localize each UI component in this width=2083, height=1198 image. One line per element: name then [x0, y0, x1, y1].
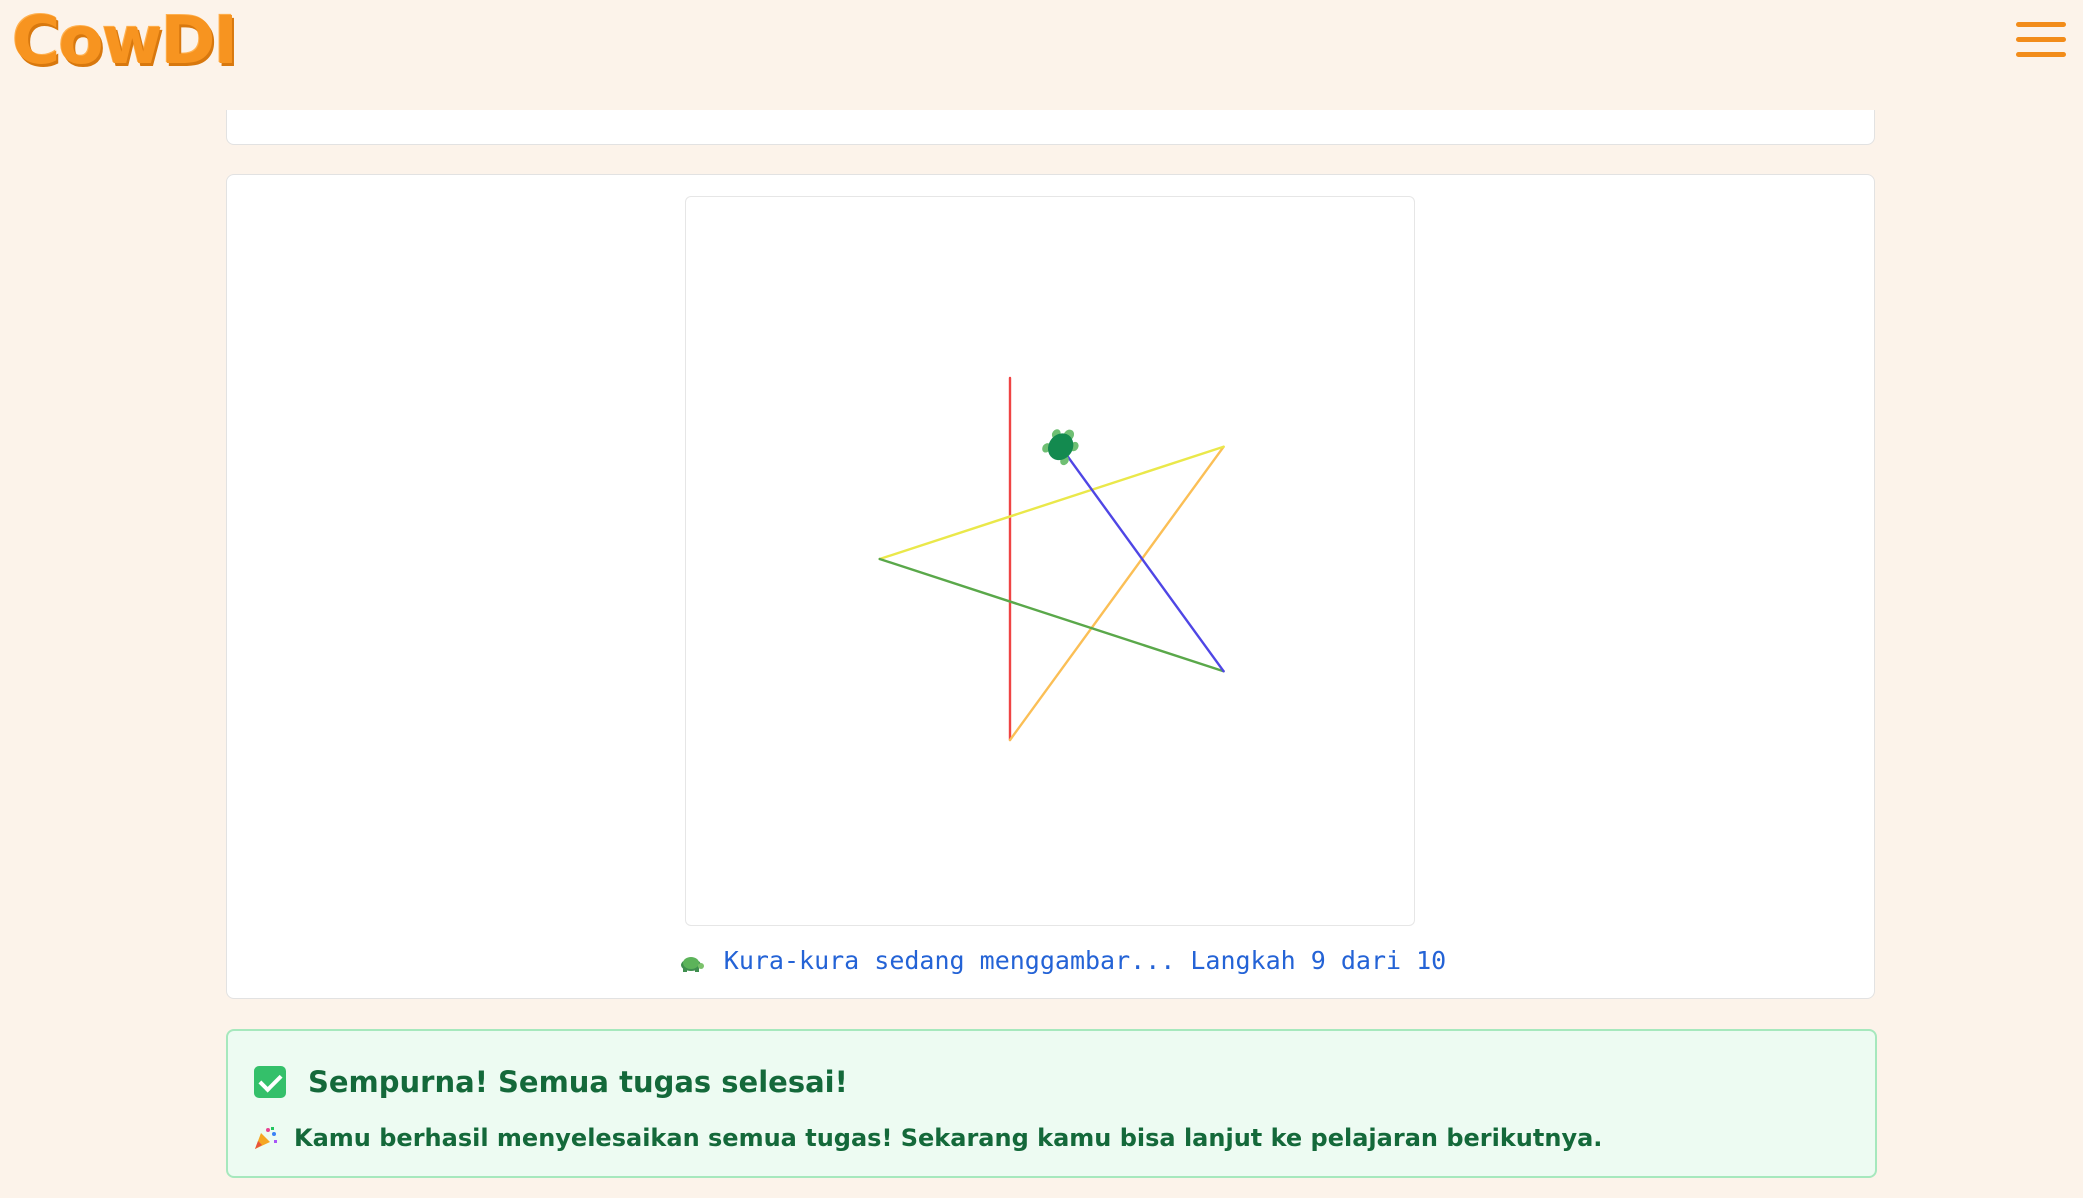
party-popper-icon [252, 1125, 278, 1151]
turtle-path-segment [878, 445, 1225, 561]
menu-bar [2016, 37, 2066, 42]
turtle-icon [678, 950, 704, 972]
app-header: CowDI [0, 0, 2083, 110]
menu-bar [2016, 22, 2066, 27]
success-panel: Sempurna! Semua tugas selesai! Kamu berh… [226, 1029, 1877, 1178]
turtle-drawing-svg [878, 376, 1225, 742]
menu-bar [2016, 52, 2066, 57]
success-title-row: Sempurna! Semua tugas selesai! [254, 1063, 848, 1101]
turtle-path-segment [1008, 445, 1225, 742]
success-message-row: Kamu berhasil menyelesaikan semua tugas!… [252, 1121, 1602, 1155]
turtle-sprite [1042, 429, 1079, 466]
turtle-path-segment [878, 557, 1225, 673]
success-title: Sempurna! Semua tugas selesai! [308, 1065, 848, 1099]
turtle-status: Kura-kura sedang menggambar... Langkah 9… [662, 942, 1462, 978]
check-icon [254, 1066, 286, 1098]
cowdi-logo[interactable]: CowDI [12, 2, 238, 80]
turtle-canvas-card: Kura-kura sedang menggambar... Langkah 9… [226, 174, 1875, 999]
turtle-status-text: Kura-kura sedang menggambar... Langkah 9… [723, 945, 1447, 975]
hamburger-menu-icon[interactable] [2016, 20, 2068, 60]
success-message: Kamu berhasil menyelesaikan semua tugas!… [294, 1124, 1603, 1152]
turtle-drawing-area [685, 196, 1415, 926]
